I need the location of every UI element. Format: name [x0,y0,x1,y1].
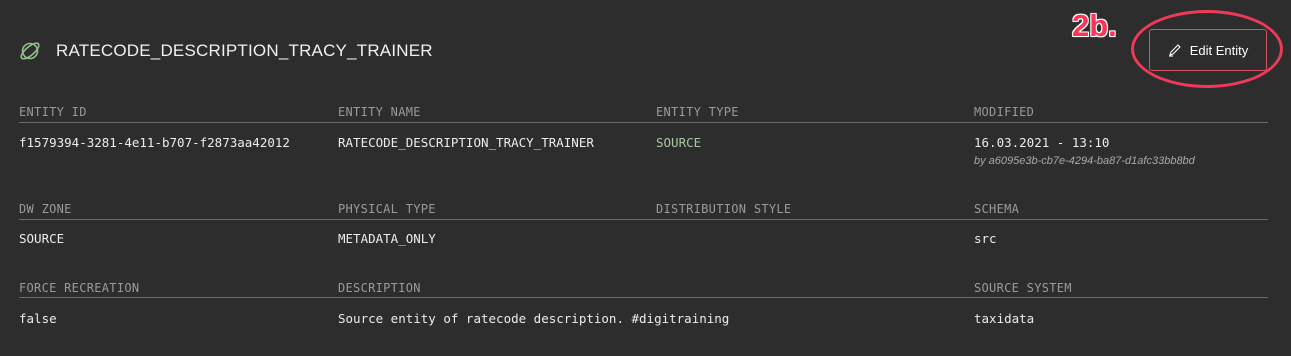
field-force-recreation: FORCE RECREATION false [19,281,139,326]
field-value: Source entity of ratecode description. #… [338,311,730,326]
field-label: DW ZONE [19,202,72,216]
field-value: SOURCE [656,135,702,150]
field-value: METADATA_ONLY [338,231,436,246]
edit-entity-button[interactable]: Edit Entity [1149,29,1267,71]
field-value: SOURCE [19,231,65,246]
field-dw-zone: DW ZONE SOURCE [19,202,72,246]
field-label: ENTITY TYPE [656,105,739,119]
modified-by-text: by a6095e3b-cb7e-4294-ba87-d1afc33bb8bd [974,155,1195,167]
field-label: MODIFIED [974,105,1035,119]
pen-icon [1168,43,1182,57]
edit-entity-label: Edit Entity [1189,42,1249,58]
field-label: DISTRIBUTION STYLE [656,202,792,216]
field-value: src [974,231,997,246]
field-label: ENTITY NAME [338,105,421,119]
annotation-step-label: 2b. [1072,8,1117,43]
field-label: SCHEMA [974,202,1020,216]
field-description: DESCRIPTION Source entity of ratecode de… [338,281,729,326]
field-value: RATECODE_DESCRIPTION_TRACY_TRAINER [338,135,594,150]
field-label: DESCRIPTION [338,281,421,295]
field-entity-name: ENTITY NAME RATECODE_DESCRIPTION_TRACY_T… [338,105,594,150]
entity-header: RATECODE_DESCRIPTION_TRACY_TRAINER [18,36,433,66]
field-label: PHYSICAL TYPE [338,202,436,216]
field-label: FORCE RECREATION [19,281,140,295]
field-modified: MODIFIED 16.03.2021 - 13:10 by a6095e3b-… [974,105,1195,167]
field-value: taxidata [974,311,1035,326]
field-physical-type: PHYSICAL TYPE METADATA_ONLY [338,202,436,246]
field-source-system: SOURCE SYSTEM taxidata [974,281,1072,326]
row-divider [19,219,1268,220]
field-entity-type: ENTITY TYPE SOURCE [656,105,739,150]
field-label: SOURCE SYSTEM [974,281,1072,295]
field-value: 16.03.2021 - 13:10 [974,135,1110,150]
field-label: ENTITY ID [19,105,87,119]
field-distribution-style: DISTRIBUTION STYLE [656,202,791,231]
field-entity-id: ENTITY ID f1579394-3281-4e11-b707-f2873a… [19,105,290,150]
field-schema: SCHEMA src [974,202,1019,246]
field-value: f1579394-3281-4e11-b707-f2873aa42012 [19,135,290,150]
page-title: RATECODE_DESCRIPTION_TRACY_TRAINER [56,41,433,60]
field-value: false [19,311,57,326]
entity-orbit-icon [18,39,42,63]
